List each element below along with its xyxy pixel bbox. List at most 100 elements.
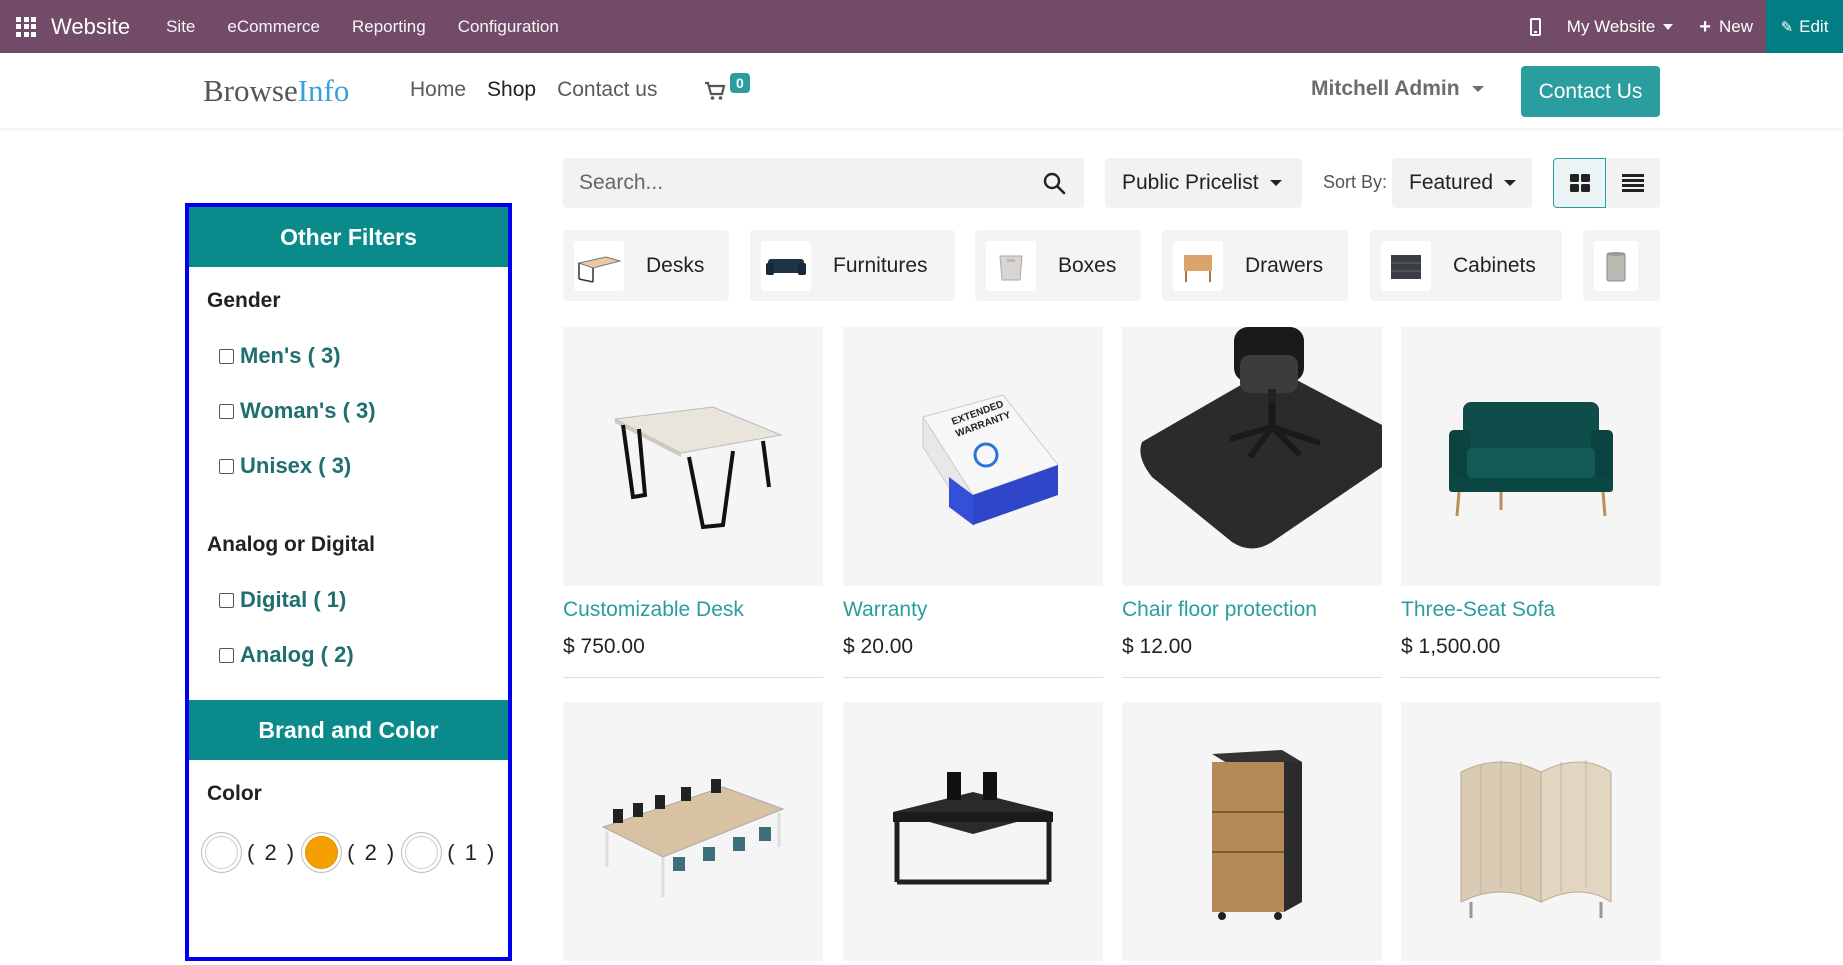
product-price: $ 750.00 <box>563 635 645 658</box>
product-image-warranty[interactable]: EXTENDED WARRANTY <box>843 327 1103 586</box>
color-swatch-orange[interactable] <box>301 832 343 873</box>
product-name[interactable]: Chair floor protection <box>1122 598 1382 622</box>
product-image-floor-protection[interactable] <box>1122 327 1382 586</box>
search-input[interactable] <box>563 158 1003 208</box>
nav-home[interactable]: Home <box>410 78 466 102</box>
category-furnitures[interactable]: Furnitures <box>750 230 955 301</box>
filters-sidebar: Other Filters Gender Men's ( 3) Woman's … <box>185 203 512 961</box>
plus-icon: + <box>1699 15 1711 38</box>
category-name: Furnitures <box>833 253 928 277</box>
product-name[interactable]: Three-Seat Sofa <box>1401 598 1661 622</box>
category-name: Desks <box>646 253 705 277</box>
product-card[interactable]: EXTENDED WARRANTY Warranty $ 20.00 <box>843 327 1103 678</box>
user-menu[interactable]: Mitchell Admin <box>1311 77 1484 101</box>
pricelist-dropdown[interactable]: Public Pricelist <box>1105 158 1302 208</box>
drawer-category-image <box>1173 240 1223 291</box>
color-count: ( 2 ) <box>247 839 297 865</box>
pricelist-label: Public Pricelist <box>1122 171 1259 194</box>
logo-text-info: Info <box>297 73 350 108</box>
product-image-room-divider[interactable] <box>1401 702 1661 961</box>
color-swatch-white-2[interactable] <box>401 832 443 873</box>
product-card[interactable]: Three-Seat Sofa $ 1,500.00 <box>1401 327 1661 678</box>
new-button[interactable]: + New <box>1699 17 1753 37</box>
cart-link[interactable]: 0 <box>704 73 754 109</box>
sort-dropdown[interactable]: Featured <box>1392 158 1532 208</box>
admin-navbar: Website Site eCommerce Reporting Configu… <box>0 0 1843 53</box>
checkbox[interactable] <box>219 458 234 474</box>
product-card[interactable]: Chair floor protection $ 12.00 <box>1122 327 1382 678</box>
product-name[interactable]: Warranty <box>843 598 1103 622</box>
grid-view-button[interactable] <box>1553 158 1606 208</box>
search-box <box>563 158 1084 208</box>
checkbox[interactable] <box>219 403 234 419</box>
logo-text-browse: Browse <box>203 73 298 108</box>
product-name[interactable]: Customizable Desk <box>563 598 823 622</box>
product-card[interactable] <box>563 702 823 961</box>
filter-option-unisex[interactable]: Unisex ( 3) <box>189 453 508 479</box>
site-header: BrowseInfo Home Shop Contact us 0 Mitche… <box>0 53 1843 128</box>
checkbox[interactable] <box>219 592 234 608</box>
list-view-button[interactable] <box>1606 158 1660 208</box>
admin-menu-reporting[interactable]: Reporting <box>352 17 426 37</box>
category-name: Cabinets <box>1453 253 1536 277</box>
color-count: ( 1 ) <box>447 839 497 865</box>
mobile-preview-icon[interactable] <box>1529 17 1541 36</box>
product-card[interactable] <box>843 702 1103 961</box>
divider <box>563 677 823 678</box>
filter-option-label: Analog ( 2) <box>240 642 354 667</box>
color-swatch-white[interactable] <box>201 832 242 873</box>
admin-app-name[interactable]: Website <box>51 14 130 40</box>
product-image-conference-table[interactable] <box>563 702 823 961</box>
divider <box>843 677 1103 678</box>
product-card[interactable] <box>1122 702 1382 961</box>
pencil-icon: ✎ <box>1780 18 1794 36</box>
filter-group-analog-digital: Analog or Digital <box>207 533 375 556</box>
contact-us-button[interactable]: Contact Us <box>1521 66 1660 117</box>
bin-category-image <box>1594 240 1638 291</box>
category-name: Boxes <box>1058 253 1117 277</box>
filter-option-mens[interactable]: Men's ( 3) <box>189 343 508 369</box>
category-cabinets[interactable]: Cabinets <box>1370 230 1562 301</box>
admin-menu-configuration[interactable]: Configuration <box>458 17 559 37</box>
chevron-down-icon <box>1504 180 1517 186</box>
filter-option-label: Digital ( 1) <box>240 587 347 612</box>
user-name: Mitchell Admin <box>1311 77 1460 100</box>
filter-option-analog[interactable]: Analog ( 2) <box>189 642 508 668</box>
apps-menu-icon[interactable] <box>16 16 36 37</box>
filter-option-label: Unisex ( 3) <box>240 453 352 478</box>
category-drawers[interactable]: Drawers <box>1162 230 1348 301</box>
cabinet-category-image <box>1381 240 1431 291</box>
admin-menu-ecommerce[interactable]: eCommerce <box>227 17 320 37</box>
divider <box>1122 677 1382 678</box>
checkbox[interactable] <box>219 647 234 663</box>
box-category-image <box>986 240 1036 291</box>
edit-button[interactable]: ✎ Edit <box>1766 0 1843 53</box>
filter-option-womans[interactable]: Woman's ( 3) <box>189 398 508 424</box>
nav-shop[interactable]: Shop <box>487 78 536 102</box>
product-price: $ 12.00 <box>1122 635 1193 658</box>
color-swatches: ( 2 ) ( 2 ) ( 1 ) <box>189 832 508 873</box>
product-image-drawer-cabinet[interactable] <box>1122 702 1382 961</box>
main-nav: Home Shop Contact us <box>410 78 678 102</box>
sort-by-label: Sort By: <box>1323 172 1388 192</box>
product-card[interactable]: Customizable Desk $ 750.00 <box>563 327 823 678</box>
category-bins[interactable] <box>1583 230 1660 301</box>
product-image-desk[interactable] <box>563 327 823 586</box>
cart-icon <box>705 81 726 100</box>
product-card[interactable] <box>1401 702 1661 961</box>
site-logo[interactable]: BrowseInfo <box>203 73 349 109</box>
filter-option-digital[interactable]: Digital ( 1) <box>189 587 508 613</box>
desk-category-image <box>574 240 624 291</box>
category-boxes[interactable]: Boxes <box>975 230 1141 301</box>
admin-menu-site[interactable]: Site <box>166 17 195 37</box>
website-selector[interactable]: My Website <box>1567 17 1674 37</box>
nav-contact-us[interactable]: Contact us <box>557 78 657 102</box>
color-count: ( 2 ) <box>347 839 397 865</box>
grid-view-icon <box>1569 174 1590 192</box>
category-desks[interactable]: Desks <box>563 230 729 301</box>
product-image-desk-combination[interactable] <box>843 702 1103 961</box>
category-name: Drawers <box>1245 253 1324 277</box>
search-icon[interactable] <box>1042 171 1066 195</box>
product-image-sofa[interactable] <box>1401 327 1661 586</box>
checkbox[interactable] <box>219 348 234 364</box>
